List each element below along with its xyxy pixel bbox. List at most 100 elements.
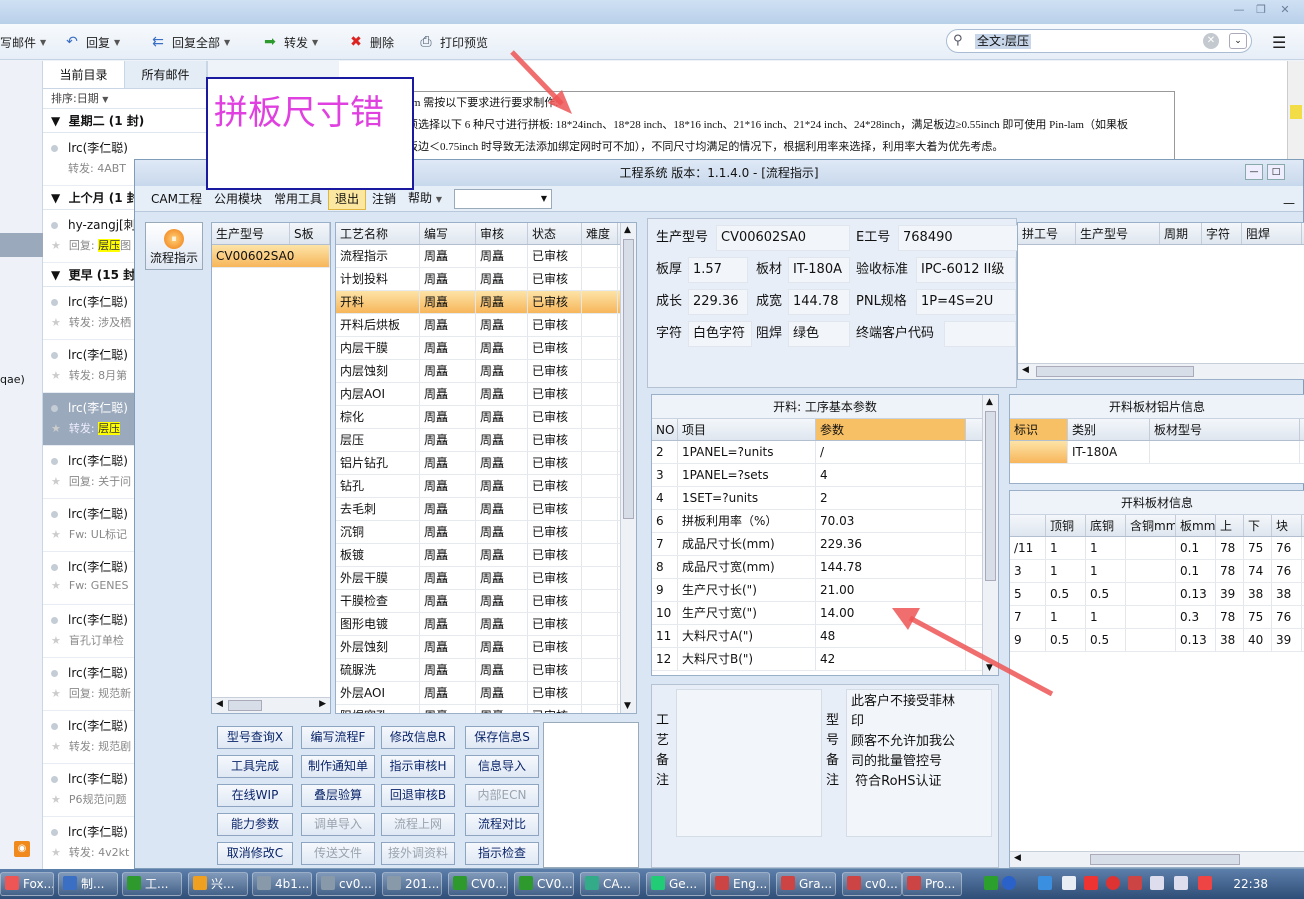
col-header[interactable]: 字符 [1202, 223, 1242, 244]
v-scrollbar[interactable]: ▲ ▼ [982, 395, 998, 675]
search-options-chevron-icon[interactable]: ⌄ [1229, 33, 1247, 49]
table-row[interactable]: 8 成品尺寸宽(mm) 144.78 [652, 556, 998, 579]
scroll-thumb[interactable] [1036, 366, 1194, 377]
table-row[interactable]: 3 1PANEL=?sets 4 [652, 464, 998, 487]
tray-app-icon[interactable] [1038, 876, 1052, 890]
forward-button[interactable]: ➡ 转发 ▼ [260, 32, 318, 52]
maximize-icon[interactable]: □ [1267, 164, 1285, 180]
table-row[interactable]: 计划投料 周矗 周矗 已审核 [336, 268, 636, 291]
col-header[interactable]: 周期 [1160, 223, 1202, 244]
model-note-field[interactable]: 此客户不接受菲林 印 顾客不允许加我公 司的批量管控号 符合RoHS认证 [846, 689, 992, 837]
action-button[interactable]: 工具完成 [217, 755, 293, 778]
col-header[interactable]: 生产型号 [212, 223, 290, 244]
col-header[interactable]: 阻焊 [1242, 223, 1302, 244]
action-button[interactable]: 制作通知单 [301, 755, 375, 778]
scroll-left-icon[interactable]: ◀ [1022, 365, 1029, 375]
action-button[interactable]: 保存信息S [465, 726, 539, 749]
col-header[interactable]: 含铜mm [1126, 515, 1176, 536]
action-button[interactable]: 在线WIP [217, 784, 293, 807]
scroll-up-icon[interactable]: ▲ [624, 225, 631, 235]
table-row[interactable]: 板镀 周矗 周矗 已审核 [336, 544, 636, 567]
tray-app-icon[interactable] [984, 876, 998, 890]
table-row[interactable]: 9 生产尺寸长(") 21.00 [652, 579, 998, 602]
volume-icon[interactable] [1174, 876, 1188, 890]
scroll-up-icon[interactable]: ▲ [986, 397, 993, 407]
table-row[interactable]: 开料 周矗 周矗 已审核 [336, 291, 636, 314]
taskbar-button[interactable]: CV0... [514, 872, 574, 896]
tray-app-icon[interactable] [1062, 876, 1076, 890]
table-row[interactable]: 内层干膜 周矗 周矗 已审核 [336, 337, 636, 360]
menu-select[interactable]: ▼ [454, 188, 553, 209]
taskbar-button[interactable]: Ge... [646, 872, 706, 896]
scroll-left-icon[interactable]: ◀ [216, 699, 223, 709]
action-button[interactable]: 指示检查 [465, 842, 539, 865]
col-header[interactable]: 生产型号 [1076, 223, 1160, 244]
rss-icon[interactable]: ◉ [14, 841, 30, 857]
craft-note-field[interactable] [676, 689, 822, 837]
tray-app-icon[interactable] [1084, 876, 1098, 890]
table-row[interactable]: 钻孔 周矗 周矗 已审核 [336, 475, 636, 498]
action-button[interactable]: 信息导入 [465, 755, 539, 778]
sort-selector[interactable]: 排序:日期 ▼ [43, 89, 207, 109]
group-header[interactable]: ▼ 星期二 (1 封) [43, 109, 207, 133]
network-icon[interactable] [1150, 876, 1164, 890]
table-row[interactable]: 沉铜 周矗 周矗 已审核 [336, 521, 636, 544]
star-icon[interactable]: ★ [51, 528, 61, 541]
menu-logout[interactable]: 注销 [366, 189, 402, 209]
table-row[interactable]: 9 0.5 0.5 0.13 38 40 39 [1010, 629, 1304, 652]
col-header[interactable]: 项目 [678, 419, 816, 440]
table-row[interactable]: 去毛刺 周矗 周矗 已审核 [336, 498, 636, 521]
action-button[interactable]: 取消修改C [217, 842, 293, 865]
table-row[interactable]: 4 1SET=?units 2 [652, 487, 998, 510]
scroll-thumb[interactable] [1090, 854, 1240, 865]
star-icon[interactable]: ★ [51, 475, 61, 488]
width-field[interactable]: 144.78 [788, 289, 850, 315]
table-row[interactable]: 内层AOI 周矗 周矗 已审核 [336, 383, 636, 406]
table-row[interactable]: 外层蚀刻 周矗 周矗 已审核 [336, 636, 636, 659]
table-row[interactable]: 外层干膜 周矗 周矗 已审核 [336, 567, 636, 590]
star-icon[interactable]: ★ [51, 579, 61, 592]
col-header[interactable]: 上 [1216, 515, 1244, 536]
taskbar-button[interactable]: 工... [122, 872, 182, 896]
table-row[interactable]: 7 成品尺寸长(mm) 229.36 [652, 533, 998, 556]
taskbar-button[interactable]: cv0... [316, 872, 376, 896]
search-input[interactable]: 全文:层压 [975, 34, 1032, 49]
mask-field[interactable]: 绿色 [788, 321, 850, 347]
action-button[interactable]: 型号查询X [217, 726, 293, 749]
star-icon[interactable]: ★ [51, 793, 61, 806]
col-header[interactable]: 参数 [816, 419, 966, 440]
taskbar-button[interactable]: 4b1... [252, 872, 312, 896]
table-row[interactable]: 3 1 1 0.1 78 74 76 [1010, 560, 1304, 583]
table-row[interactable]: 开料后烘板 周矗 周矗 已审核 [336, 314, 636, 337]
clock[interactable]: 22:38 [1233, 873, 1268, 895]
scroll-thumb[interactable] [228, 700, 262, 711]
col-header[interactable]: 下 [1244, 515, 1272, 536]
col-header[interactable]: 拼工号 [1018, 223, 1076, 244]
prod-model-field[interactable]: CV00602SA0 [716, 225, 850, 251]
table-row[interactable]: 7 1 1 0.3 78 75 76 [1010, 606, 1304, 629]
taskbar-button[interactable]: Eng... [710, 872, 770, 896]
taskbar-button[interactable]: 兴... [188, 872, 248, 896]
table-row[interactable]: 铝片钻孔 周矗 周矗 已审核 [336, 452, 636, 475]
tray-app-icon[interactable] [1106, 876, 1120, 890]
print-preview-button[interactable]: ⎙ 打印预览 [416, 32, 488, 52]
col-header[interactable]: 类别 [1068, 419, 1150, 440]
table-row[interactable]: CV00602SA0 [212, 245, 330, 268]
v-scrollbar[interactable]: ▲ ▼ [620, 223, 636, 713]
scroll-left-icon[interactable]: ◀ [1014, 853, 1021, 863]
star-icon[interactable]: ★ [51, 369, 61, 382]
menu-cam-project[interactable]: CAM工程 [145, 189, 208, 209]
col-header[interactable]: 状态 [528, 223, 582, 244]
action-button[interactable]: 流程上网 [381, 813, 455, 836]
star-icon[interactable]: ★ [51, 846, 61, 859]
menu-help[interactable]: 帮助 ▼ [402, 188, 448, 210]
col-header[interactable]: NO [652, 419, 678, 440]
scroll-thumb[interactable] [985, 411, 996, 581]
table-row[interactable]: 图形电镀 周矗 周矗 已审核 [336, 613, 636, 636]
taskbar-button[interactable]: 制... [58, 872, 118, 896]
col-header[interactable]: 工艺名称 [336, 223, 420, 244]
table-row[interactable]: 5 0.5 0.5 0.13 39 38 38 [1010, 583, 1304, 606]
h-scrollbar[interactable]: ◀ ▶ [212, 697, 330, 713]
h-scrollbar[interactable]: ◀ [1018, 363, 1304, 379]
col-header[interactable]: 编写 [420, 223, 476, 244]
